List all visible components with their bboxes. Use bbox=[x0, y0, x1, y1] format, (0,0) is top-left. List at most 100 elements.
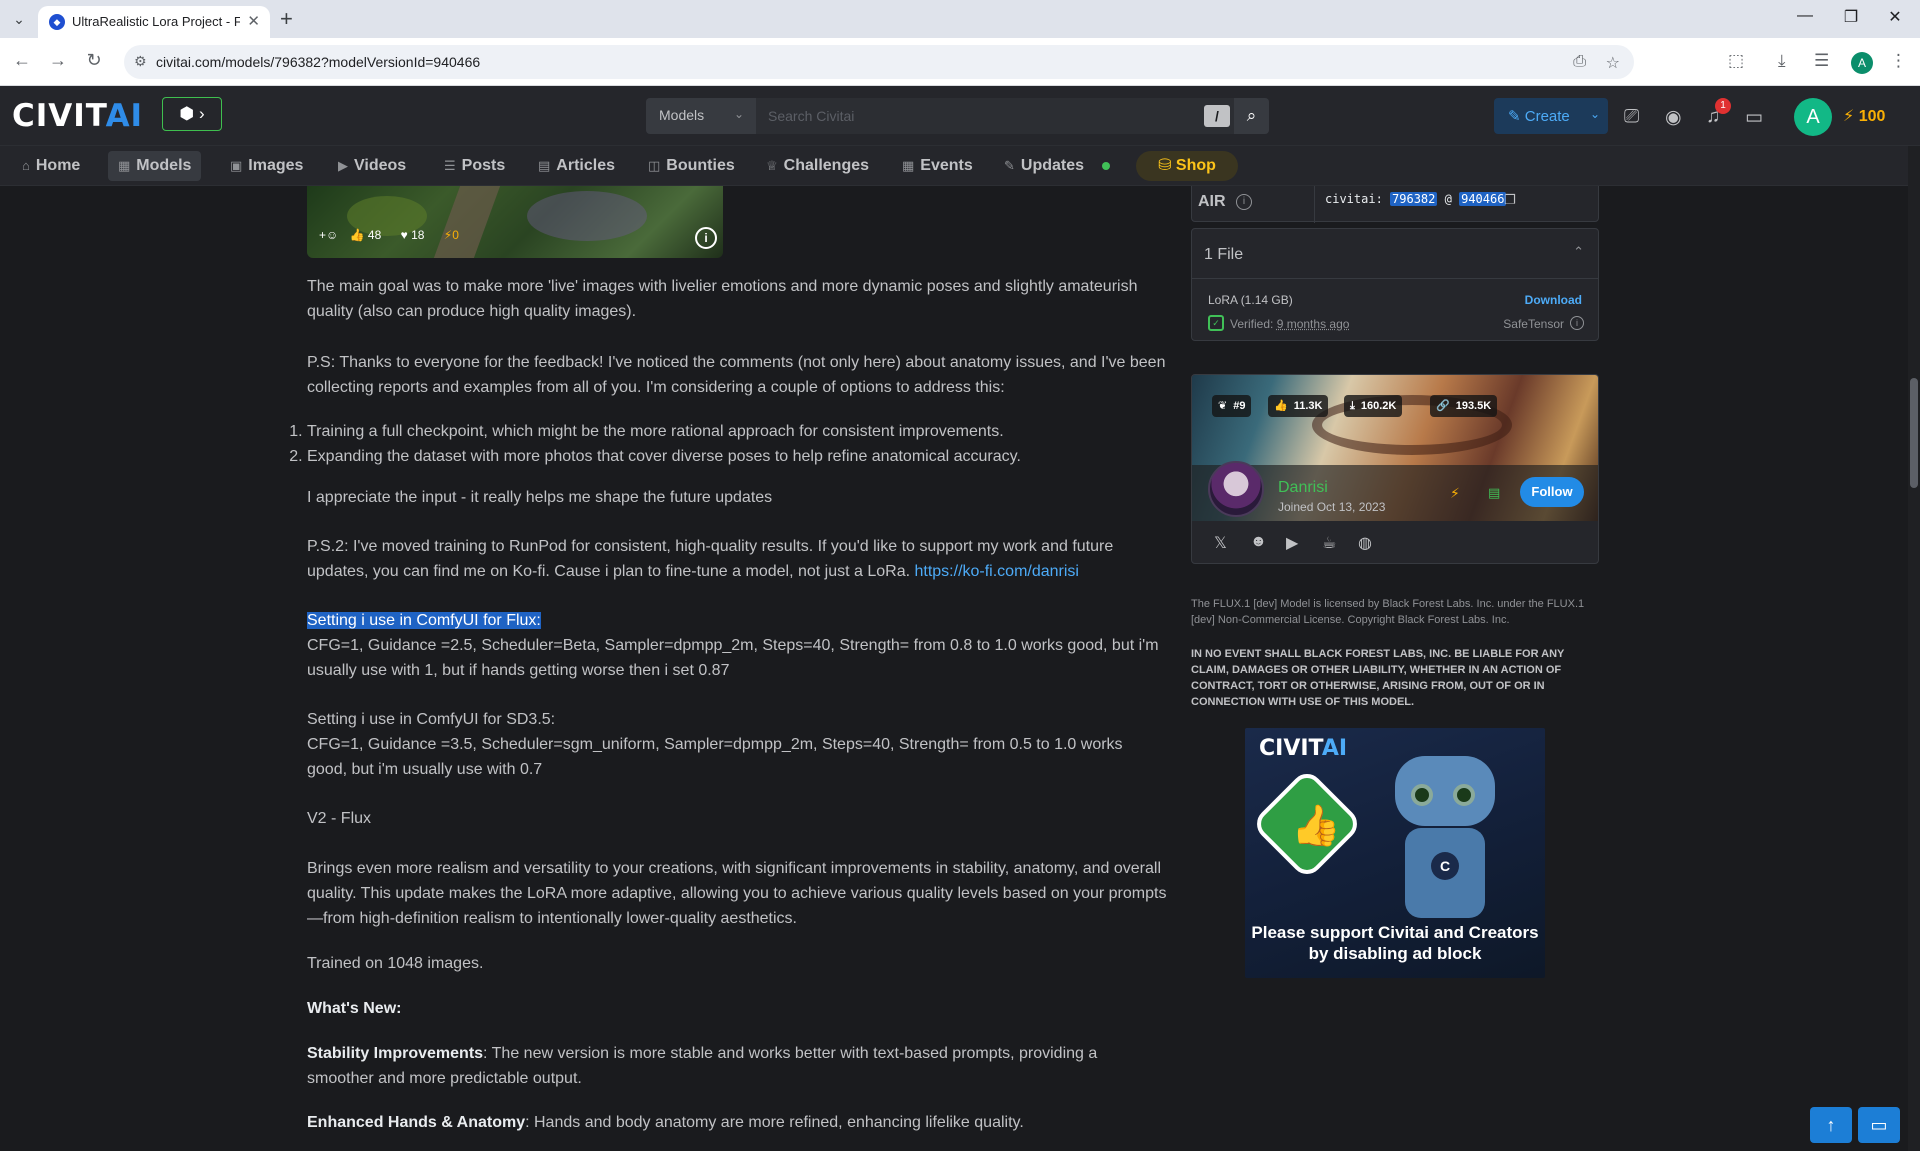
downloads-icon[interactable]: ⤓ bbox=[1778, 51, 1786, 71]
copy-icon[interactable]: ❐ bbox=[1504, 192, 1516, 208]
site-info-icon[interactable]: ⚙ bbox=[134, 53, 147, 70]
robot-eye bbox=[1411, 784, 1433, 806]
x-twitter-icon[interactable]: 𝕏 bbox=[1214, 533, 1227, 553]
files-accordion-header[interactable]: 1 File ⌃ bbox=[1192, 229, 1598, 279]
membership-badge[interactable]: ⬢ › bbox=[162, 97, 222, 131]
browser-profile-avatar[interactable]: A bbox=[1851, 52, 1873, 74]
sd35-settings-heading: Setting i use in ComfyUI for SD3.5: bbox=[307, 711, 556, 728]
lightning-icon: ⚡ bbox=[1843, 108, 1855, 125]
window-close-icon[interactable]: ✕ bbox=[1880, 7, 1910, 27]
nav-articles[interactable]: ▤ Articles bbox=[528, 151, 625, 181]
feedback-chat-button[interactable]: ▭ bbox=[1858, 1107, 1900, 1143]
nav-models[interactable]: ▦ Models bbox=[108, 151, 202, 181]
page-scrollbar[interactable] bbox=[1908, 146, 1920, 1151]
reddit-icon[interactable]: ☻ bbox=[1250, 533, 1267, 551]
preview-image[interactable]: +☺ 👍 48 ♥ 18 ⚡0 i bbox=[307, 186, 723, 258]
extensions-icon[interactable]: ⬚ bbox=[1728, 51, 1744, 71]
laurel-icon: ❦ bbox=[1218, 400, 1228, 412]
logo-main-text: CIVIT bbox=[12, 98, 106, 134]
youtube-icon[interactable]: ▶ bbox=[1286, 533, 1298, 553]
kofi-link[interactable]: https://ko-fi.com/danrisi bbox=[914, 563, 1079, 580]
creator-likes: 👍 11.3K bbox=[1268, 395, 1329, 417]
browser-tab-bar: ⌄ ◆ UltraRealistic Lora Project - Flux ✕… bbox=[0, 0, 1920, 38]
browser-tab[interactable]: ◆ UltraRealistic Lora Project - Flux ✕ bbox=[38, 6, 270, 38]
nav-home[interactable]: ⌂ Home bbox=[12, 151, 90, 181]
add-reaction-icon[interactable]: +☺ bbox=[319, 228, 338, 242]
nav-bounties[interactable]: ◫ Bounties bbox=[638, 151, 745, 181]
create-button[interactable]: ✎ Create ⌄ bbox=[1494, 98, 1608, 134]
photo-icon: ▣ bbox=[230, 158, 243, 173]
search-icon[interactable]: ⌕ bbox=[1234, 98, 1269, 134]
grid-icon: ▦ bbox=[118, 158, 131, 173]
stability-note: Stability Improvements: The new version … bbox=[307, 1045, 1098, 1087]
chevron-up-icon[interactable]: ⌃ bbox=[1573, 244, 1584, 260]
search-scope-select[interactable]: Models ⌄ bbox=[646, 98, 756, 134]
tab-close-icon[interactable]: ✕ bbox=[247, 12, 260, 30]
media-icon[interactable]: ☰ bbox=[1814, 51, 1829, 71]
creator-avatar[interactable] bbox=[1208, 461, 1264, 517]
message-icon[interactable]: ▤ bbox=[1488, 485, 1500, 501]
bookmark-star-icon[interactable]: ☆ bbox=[1606, 53, 1620, 73]
like-reaction[interactable]: 👍 48 bbox=[350, 228, 390, 242]
flux-settings-heading: Setting i use in ComfyUI for Flux: bbox=[307, 612, 541, 629]
adblock-notice-ad[interactable]: CIVITAI 👍 C Please support Civitai and C… bbox=[1245, 728, 1545, 978]
nav-videos[interactable]: ▶ Videos bbox=[328, 151, 416, 181]
buzz-balance[interactable]: ⚡ 100 bbox=[1843, 106, 1885, 126]
tip-buzz-icon[interactable]: ⚡ bbox=[1450, 485, 1460, 502]
video-icon: ▶ bbox=[338, 158, 348, 173]
chevron-down-icon: ⌄ bbox=[733, 107, 744, 121]
nav-posts[interactable]: ☰ Posts bbox=[434, 151, 515, 181]
nav-images[interactable]: ▣ Images bbox=[220, 151, 313, 181]
sd35-settings-text: CFG=1, Guidance =3.5, Scheduler=sgm_unif… bbox=[307, 736, 1123, 778]
posts-icon: ☰ bbox=[444, 158, 456, 173]
image-reactions: +☺ 👍 48 ♥ 18 ⚡0 bbox=[319, 228, 475, 250]
nav-shop[interactable]: ⛁ Shop bbox=[1136, 151, 1238, 181]
upload-monitor-icon[interactable]: ⎚ bbox=[1624, 106, 1639, 128]
creator-name[interactable]: Danrisi bbox=[1278, 479, 1328, 497]
scrollbar-thumb[interactable] bbox=[1910, 378, 1918, 488]
minimize-icon[interactable]: — bbox=[1790, 7, 1820, 25]
globe-icon[interactable]: ◍ bbox=[1358, 533, 1372, 553]
chat-icon[interactable]: ▭ bbox=[1745, 106, 1763, 129]
follow-button[interactable]: Follow bbox=[1520, 477, 1584, 507]
create-label: Create bbox=[1524, 108, 1570, 125]
reload-icon[interactable]: ↻ bbox=[82, 50, 106, 71]
whats-new-heading: What's New: bbox=[307, 1000, 402, 1017]
tab-search-icon[interactable]: ⌄ bbox=[8, 8, 30, 30]
shop-bag-icon: ⛁ bbox=[1158, 157, 1172, 174]
description-paragraph: I appreciate the input - it really helps… bbox=[307, 489, 773, 506]
download-link[interactable]: Download bbox=[1525, 293, 1582, 307]
kofi-icon[interactable]: ☕ bbox=[1322, 533, 1336, 553]
v2-heading: V2 - Flux bbox=[307, 810, 372, 827]
air-label: AIR bbox=[1198, 193, 1226, 210]
nav-challenges[interactable]: ♕ Challenges bbox=[756, 151, 879, 181]
url-text[interactable]: civitai.com/models/796382?modelVersionId… bbox=[156, 54, 480, 70]
eye-icon[interactable]: ◉ bbox=[1665, 106, 1682, 129]
back-icon[interactable]: ← bbox=[10, 50, 34, 71]
search-hotkey-hint: / bbox=[1204, 105, 1230, 127]
nav-updates[interactable]: ✎ Updates bbox=[994, 151, 1094, 181]
description-paragraph: P.S: Thanks to everyone for the feedback… bbox=[307, 354, 1166, 396]
user-avatar[interactable]: A bbox=[1794, 98, 1832, 136]
chevron-down-icon[interactable]: ⌄ bbox=[1590, 107, 1600, 121]
scroll-to-top-button[interactable]: ↑ bbox=[1810, 1107, 1852, 1143]
air-identifier[interactable]: civitai: 796382 @ 940466 bbox=[1325, 192, 1507, 206]
install-app-icon[interactable]: ⎙ bbox=[1573, 53, 1586, 71]
browser-menu-icon[interactable]: ⋮ bbox=[1890, 51, 1907, 71]
heart-reaction[interactable]: ♥ 18 bbox=[401, 228, 433, 242]
air-info-icon[interactable]: i bbox=[1236, 194, 1252, 210]
nav-events[interactable]: ▦ Events bbox=[892, 151, 983, 181]
image-info-icon[interactable]: i bbox=[695, 227, 717, 249]
omnibox[interactable]: ⚙ civitai.com/models/796382?modelVersion… bbox=[124, 45, 1634, 79]
civitai-favicon-icon: ◆ bbox=[49, 14, 65, 30]
home-icon: ⌂ bbox=[22, 158, 30, 173]
description-paragraph: The main goal was to make more 'live' im… bbox=[307, 278, 1138, 320]
restore-icon[interactable]: ❐ bbox=[1836, 7, 1866, 27]
civitai-logo[interactable]: CIVITAI bbox=[12, 98, 143, 134]
new-tab-icon[interactable]: + bbox=[280, 6, 293, 32]
search-input[interactable] bbox=[756, 98, 1206, 134]
forward-icon[interactable]: → bbox=[46, 50, 70, 71]
ad-civitai-logo: CIVITAI bbox=[1259, 736, 1348, 761]
buzz-reaction[interactable]: ⚡0 bbox=[444, 228, 467, 242]
format-info-icon[interactable]: i bbox=[1570, 316, 1584, 330]
